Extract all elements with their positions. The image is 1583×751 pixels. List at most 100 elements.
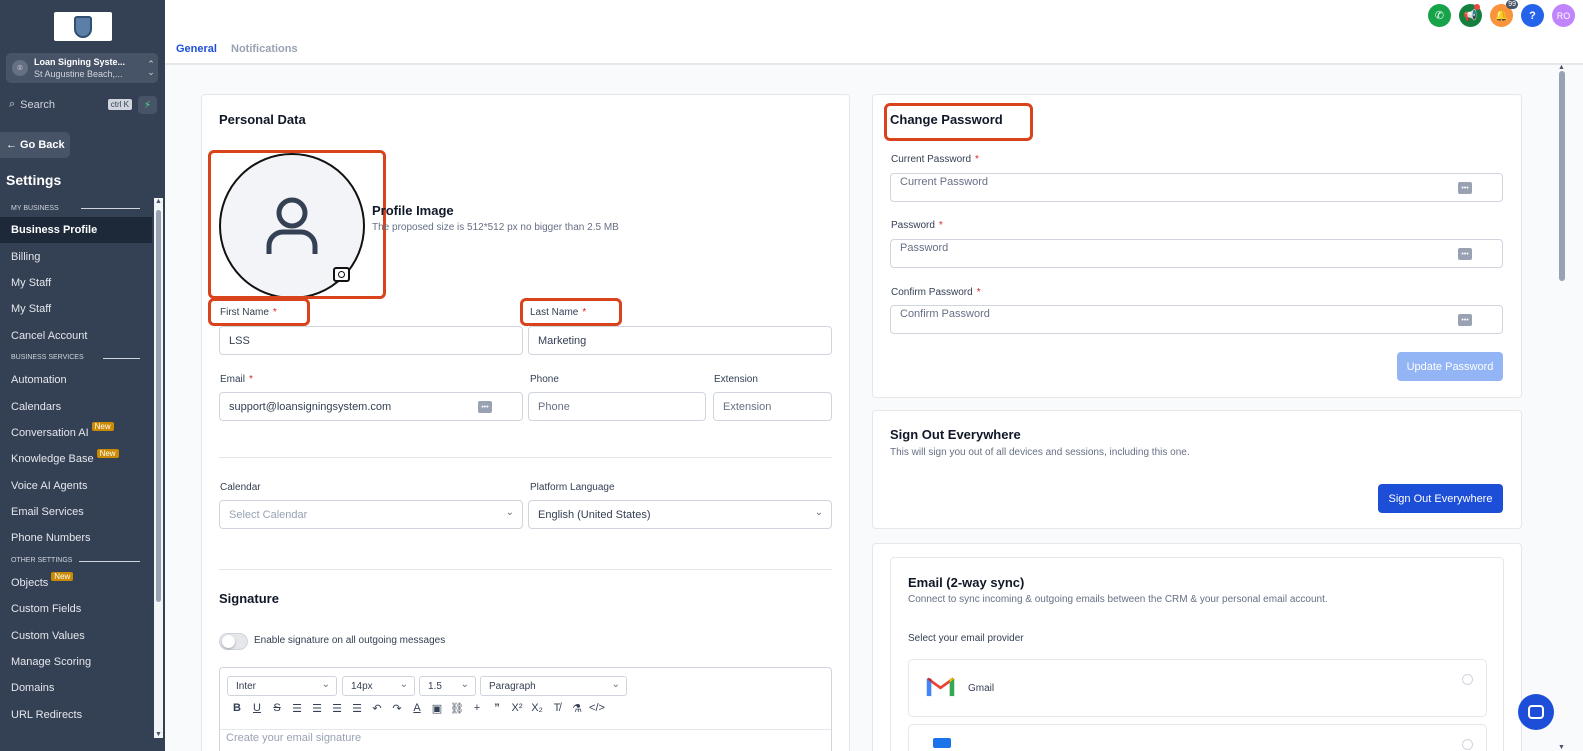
line-height-select[interactable]: 1.5 ⌄ xyxy=(419,676,476,696)
sidebar-item-calendars[interactable]: Calendars xyxy=(0,393,152,419)
profile-image-title: Profile Image xyxy=(372,203,454,218)
password-manager-icon[interactable]: ••• xyxy=(1458,248,1472,260)
provider-outlook-radio[interactable] xyxy=(1462,739,1473,750)
sidebar-item-custom-values[interactable]: Custom Values xyxy=(0,622,152,648)
extension-field[interactable]: Extension xyxy=(713,392,832,421)
quote-icon[interactable]: ” xyxy=(487,702,507,715)
redo-icon[interactable]: ↷ xyxy=(387,702,407,715)
current-password-field[interactable]: Current Password ••• xyxy=(890,173,1503,202)
sidebar-item-custom-fields[interactable]: Custom Fields xyxy=(0,596,152,622)
help-icon[interactable]: ? xyxy=(1521,4,1544,27)
megaphone-icon[interactable]: 📢 xyxy=(1459,4,1482,27)
text-color-icon[interactable]: A xyxy=(407,702,427,715)
clear-format-icon[interactable]: T̸ xyxy=(547,702,567,715)
sidebar-item-automation[interactable]: Automation xyxy=(0,367,152,393)
account-location: St Augustine Beach,... xyxy=(34,69,123,79)
provider-gmail[interactable]: Gmail xyxy=(908,659,1487,717)
signature-placeholder[interactable]: Create your email signature xyxy=(226,732,361,744)
align-center-icon[interactable]: ☰ xyxy=(307,702,327,715)
undo-icon[interactable]: ↶ xyxy=(367,702,387,715)
account-switcher[interactable]: ⌾ Loan Signing Syste... St Augustine Bea… xyxy=(6,53,158,83)
tab-notifications[interactable]: Notifications xyxy=(231,43,298,55)
gmail-icon xyxy=(926,677,955,697)
sign-out-everywhere-button[interactable]: Sign Out Everywhere xyxy=(1378,484,1503,513)
sidebar-item-knowledge-base[interactable]: Knowledge Base New xyxy=(0,446,152,472)
sidebar-item-url-redirects[interactable]: URL Redirects xyxy=(0,702,152,728)
sidebar-item-conversation-ai[interactable]: Conversation AI New xyxy=(0,420,152,446)
password-field[interactable]: Password ••• xyxy=(890,239,1503,268)
search-placeholder: Search xyxy=(20,98,56,111)
last-name-input[interactable]: Marketing xyxy=(528,326,832,355)
strikethrough-icon[interactable]: S xyxy=(267,702,287,715)
sidebar-item-phone-numbers[interactable]: Phone Numbers xyxy=(0,525,152,551)
settings-title: Settings xyxy=(6,172,62,188)
user-avatar[interactable]: RO xyxy=(1552,4,1575,27)
block-type-value: Paragraph xyxy=(489,680,536,692)
nav-section-divider xyxy=(103,357,140,359)
sidebar-item-my-staff[interactable]: My Staff xyxy=(0,296,152,322)
sidebar-item-label: Automation xyxy=(11,374,67,387)
search-icon: ⌕ xyxy=(9,98,16,110)
sidebar-item-voice-ai-agents[interactable]: Voice AI Agents xyxy=(0,473,152,499)
password-manager-icon[interactable]: ••• xyxy=(1458,182,1472,194)
align-right-icon[interactable]: ☰ xyxy=(327,702,347,715)
scrollbar-thumb[interactable] xyxy=(156,210,161,602)
sidebar-item-domains[interactable]: Domains xyxy=(0,675,152,701)
sidebar-item-email-services[interactable]: Email Services xyxy=(0,499,152,525)
nav-section-header: OTHER SETTINGS xyxy=(0,552,152,570)
password-manager-icon[interactable]: ••• xyxy=(1458,314,1472,326)
chevron-updown-icon: ⌃ ⌄ xyxy=(147,59,155,77)
align-left-icon[interactable]: ☰ xyxy=(287,702,307,715)
align-justify-icon[interactable]: ☰ xyxy=(347,702,367,715)
chat-widget-button[interactable] xyxy=(1518,694,1554,730)
sidebar-item-manage-scoring[interactable]: Manage Scoring xyxy=(0,649,152,675)
sidebar-item-business-profile[interactable]: Business Profile xyxy=(0,217,152,244)
language-select[interactable]: English (United States) ⌄ xyxy=(528,500,832,529)
sidebar-item-my-staff[interactable]: My Staff xyxy=(0,270,152,296)
sidebar-search[interactable]: ⌕ Search ctrl K xyxy=(6,95,132,114)
sidebar-scrollbar[interactable]: ▲ ▼ xyxy=(154,198,163,738)
calendar-select[interactable]: Select Calendar ⌄ xyxy=(219,500,523,529)
image-icon[interactable]: ▣ xyxy=(427,702,447,715)
sidebar-item-cancel-account[interactable]: Cancel Account xyxy=(0,323,152,349)
notification-count: 99 xyxy=(1506,0,1518,9)
scroll-down-icon[interactable]: ▼ xyxy=(155,731,162,738)
provider-outlook[interactable] xyxy=(908,724,1487,751)
signature-toggle[interactable] xyxy=(219,633,248,650)
sidebar-item-billing[interactable]: Billing xyxy=(0,243,152,269)
underline-icon[interactable]: U xyxy=(247,702,267,715)
confirm-password-field[interactable]: Confirm Password ••• xyxy=(890,305,1503,334)
provider-gmail-radio[interactable] xyxy=(1462,674,1473,685)
font-family-select[interactable]: Inter ⌄ xyxy=(227,676,337,696)
scrollbar-thumb[interactable] xyxy=(1559,71,1565,281)
block-type-select[interactable]: Paragraph ⌄ xyxy=(480,676,627,696)
scroll-up-icon[interactable]: ▲ xyxy=(1558,64,1565,71)
link-icon[interactable]: ⛓ xyxy=(447,702,467,715)
bold-icon[interactable]: B xyxy=(227,702,247,715)
scroll-down-icon[interactable]: ▼ xyxy=(1558,744,1565,751)
go-back-button[interactable]: ← Go Back xyxy=(0,132,70,158)
top-bar: General Notifications ✆ 📢 🔔 99 ? RO xyxy=(165,0,1583,65)
first-name-input[interactable]: LSS xyxy=(219,326,523,355)
extension-label: Extension xyxy=(714,374,758,385)
plus-icon[interactable]: + xyxy=(467,702,487,715)
superscript-icon[interactable]: X² xyxy=(507,702,527,715)
sidebar-item-label: Calendars xyxy=(11,400,62,413)
subscript-icon[interactable]: X₂ xyxy=(527,702,547,715)
brush-icon[interactable]: ⚗ xyxy=(567,702,587,715)
chevron-down-icon: ⌄ xyxy=(399,679,408,690)
update-password-button[interactable]: Update Password xyxy=(1397,352,1503,381)
main-scrollbar[interactable]: ▲ ▼ xyxy=(1556,64,1568,751)
phone-icon[interactable]: ✆ xyxy=(1428,4,1451,27)
email-field[interactable]: support@loansigningsystem.com ••• xyxy=(219,392,523,421)
quick-actions-button[interactable]: ⚡ xyxy=(138,96,157,114)
bell-icon[interactable]: 🔔 99 xyxy=(1490,0,1518,27)
password-manager-icon[interactable]: ••• xyxy=(478,401,492,413)
tab-general[interactable]: General xyxy=(176,43,217,55)
password-label-text: Password xyxy=(891,220,935,231)
phone-field[interactable]: Phone xyxy=(528,392,706,421)
code-icon[interactable]: </> xyxy=(587,702,607,715)
font-size-select[interactable]: 14px ⌄ xyxy=(342,676,415,696)
scroll-up-icon[interactable]: ▲ xyxy=(155,198,162,205)
sidebar-item-objects[interactable]: Objects New xyxy=(0,570,152,596)
